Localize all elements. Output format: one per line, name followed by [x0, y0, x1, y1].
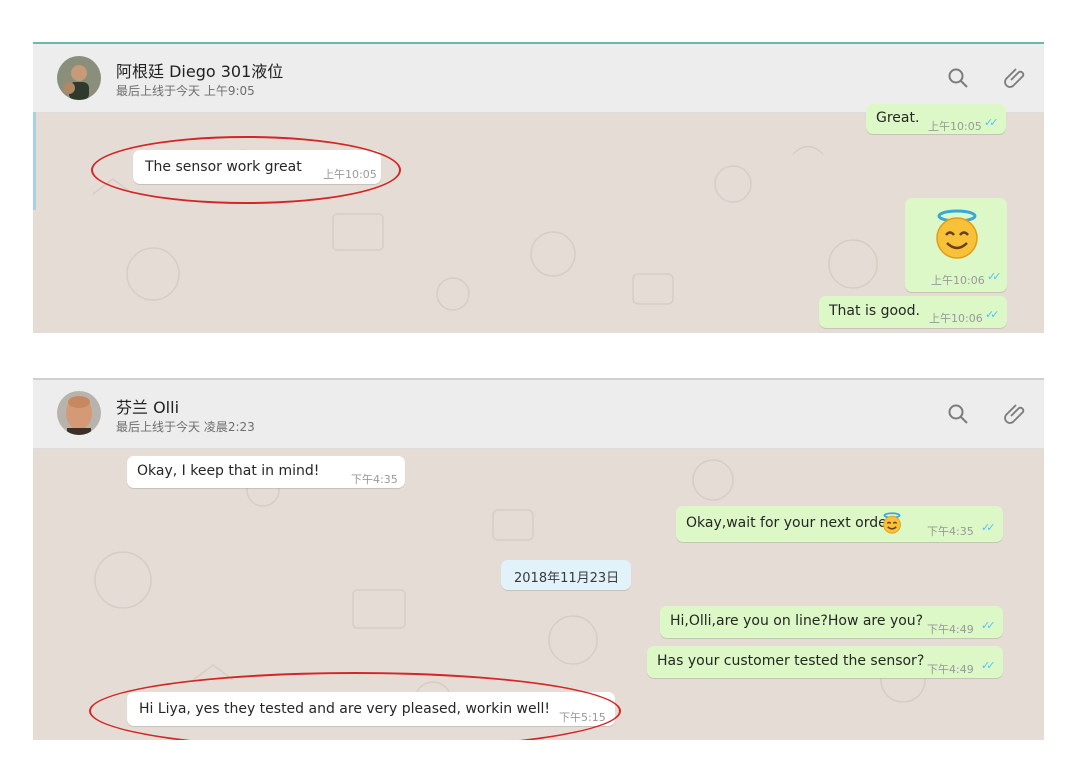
paperclip-icon[interactable]: [1003, 402, 1027, 426]
last-seen-status: 最后上线于今天 凌晨2:23: [116, 420, 255, 434]
message-text: Okay, I keep that in mind!: [137, 463, 320, 479]
chat-header: 芬兰 Olli 最后上线于今天 凌晨2:23: [33, 380, 1044, 449]
message-time: 下午5:15: [559, 711, 606, 724]
outgoing-message[interactable]: That is good. 上午10:06 ✓✓: [819, 296, 1007, 328]
paperclip-icon[interactable]: [1003, 66, 1027, 90]
message-time: 上午10:05: [323, 168, 377, 181]
message-time: 下午4:35: [927, 525, 974, 538]
date-separator: 2018年11月23日: [501, 560, 631, 590]
message-text: Okay,wait for your next order.: [686, 515, 896, 531]
double-check-icon: ✓✓: [987, 270, 1002, 283]
incoming-message[interactable]: Hi Liya, yes they tested and are very pl…: [127, 692, 615, 726]
message-time: 下午4:49: [927, 623, 974, 636]
outgoing-message[interactable]: Okay,wait for your next order. 下午4:35 ✓✓: [676, 506, 1003, 542]
double-check-icon: ✓✓: [981, 659, 996, 672]
outgoing-message[interactable]: Hi,Olli,are you on line?How are you? 下午4…: [660, 606, 1003, 638]
message-text: Hi,Olli,are you on line?How are you?: [670, 613, 924, 629]
message-time: 上午10:06: [929, 312, 983, 325]
contact-name[interactable]: 阿根廷 Diego 301液位: [116, 58, 283, 82]
smiling-face-with-halo-icon: [936, 209, 978, 259]
selection-bar: [33, 112, 36, 210]
double-check-icon: ✓✓: [981, 619, 996, 632]
chat-header: 阿根廷 Diego 301液位 最后上线于今天 上午9:05: [33, 44, 1044, 113]
message-text: The sensor work great: [145, 159, 302, 175]
outgoing-message[interactable]: Has your customer tested the sensor? 下午4…: [647, 646, 1003, 678]
search-icon[interactable]: [946, 402, 970, 426]
message-time: 下午4:35: [351, 473, 398, 486]
incoming-message[interactable]: Okay, I keep that in mind! 下午4:35: [127, 456, 405, 488]
double-check-icon: ✓✓: [981, 521, 996, 534]
message-time: 上午10:06: [931, 274, 985, 287]
chat-window-diego: 阿根廷 Diego 301液位 最后上线于今天 上午9:05 Great. 上午…: [33, 42, 1044, 333]
avatar[interactable]: [57, 391, 101, 435]
message-text: Great.: [876, 110, 920, 126]
outgoing-message[interactable]: Great. 上午10:05 ✓✓: [866, 104, 1006, 134]
message-time: 下午4:49: [927, 663, 974, 676]
contact-name[interactable]: 芬兰 Olli: [116, 394, 179, 418]
avatar[interactable]: [57, 56, 101, 100]
message-time: 上午10:05: [928, 120, 982, 133]
outgoing-message[interactable]: 上午10:06 ✓✓: [905, 198, 1007, 292]
double-check-icon: ✓✓: [984, 116, 999, 129]
search-icon[interactable]: [946, 66, 970, 90]
message-text: That is good.: [829, 303, 920, 319]
incoming-message[interactable]: The sensor work great 上午10:05: [133, 150, 381, 184]
message-text: Has your customer tested the sensor?: [657, 653, 925, 669]
message-text: Hi Liya, yes they tested and are very pl…: [139, 701, 550, 717]
double-check-icon: ✓✓: [985, 308, 1000, 321]
last-seen-status: 最后上线于今天 上午9:05: [116, 84, 255, 98]
smiling-face-with-halo-icon: [883, 512, 901, 534]
chat-window-olli: 芬兰 Olli 最后上线于今天 凌晨2:23 Okay, I keep that…: [33, 378, 1044, 740]
date-label: 2018年11月23日: [514, 571, 620, 586]
